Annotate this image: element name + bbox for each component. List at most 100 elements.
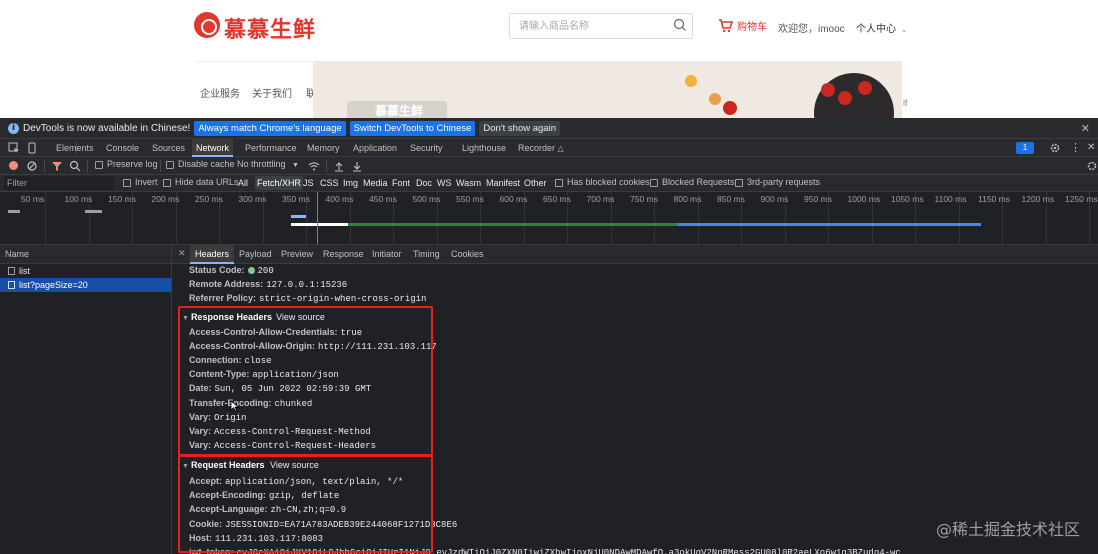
tab-recorder-label: Recorder bbox=[518, 143, 556, 153]
devtools-tab-bar: Elements Console Sources Network Perform… bbox=[0, 139, 1098, 157]
network-conditions-wifi-icon[interactable] bbox=[308, 160, 320, 172]
always-match-language-button[interactable]: Always match Chrome's language bbox=[194, 120, 346, 136]
timeline-tick-label: 400 ms bbox=[325, 194, 354, 204]
dont-show-again-button[interactable]: Don't show again bbox=[479, 120, 560, 136]
switch-to-chinese-button[interactable]: Switch DevTools to Chinese bbox=[349, 120, 476, 136]
timeline-tick-label: 300 ms bbox=[238, 194, 267, 204]
network-settings-gear-icon[interactable] bbox=[1086, 160, 1098, 172]
hide-data-urls-checkbox[interactable] bbox=[163, 179, 171, 187]
preserve-log-checkbox[interactable] bbox=[95, 161, 103, 169]
header-value: strict-origin-when-cross-origin bbox=[259, 294, 427, 304]
timeline-tick-label: 1200 ms bbox=[1021, 194, 1055, 204]
timeline-tick-label: 600 ms bbox=[499, 194, 528, 204]
site-header: 慕慕生鲜 购物车 欢迎您，imooc 个人中心 ⌄ bbox=[0, 0, 1098, 50]
filter-type-css[interactable]: CSS bbox=[318, 176, 341, 190]
filter-type-all[interactable]: All bbox=[236, 176, 250, 190]
close-icon[interactable]: ✕ bbox=[1081, 122, 1090, 135]
timeline-dom-content-loaded-marker bbox=[317, 192, 318, 244]
header-key: Status Code: bbox=[189, 265, 245, 275]
filter-type-wasm[interactable]: Wasm bbox=[454, 176, 483, 190]
site-logo-text[interactable]: 慕慕生鲜 bbox=[224, 12, 316, 44]
issues-badge[interactable]: 1 bbox=[1016, 142, 1034, 154]
has-blocked-cookies-label: Has blocked cookies bbox=[567, 177, 650, 187]
tab-response[interactable]: Response bbox=[318, 245, 369, 264]
has-blocked-cookies-checkbox[interactable] bbox=[555, 179, 563, 187]
import-har-icon[interactable] bbox=[333, 160, 345, 172]
tab-security[interactable]: Security bbox=[406, 139, 447, 157]
timeline-tick-label: 350 ms bbox=[282, 194, 310, 204]
filter-input[interactable] bbox=[4, 176, 114, 190]
tab-headers[interactable]: Headers bbox=[190, 245, 235, 264]
filter-type-font[interactable]: Font bbox=[390, 176, 412, 190]
inspect-element-icon[interactable] bbox=[8, 142, 20, 154]
file-icon bbox=[8, 267, 15, 275]
tab-performance[interactable]: Performance bbox=[241, 139, 301, 157]
berry-graphic bbox=[723, 101, 737, 115]
filter-type-fetch-xhr[interactable]: Fetch/XHR bbox=[255, 176, 304, 190]
filter-type-doc[interactable]: Doc bbox=[414, 176, 434, 190]
disable-cache-checkbox[interactable] bbox=[166, 161, 174, 169]
throttling-select[interactable]: No throttling ▼ bbox=[237, 159, 299, 169]
timeline-tick-label: 1250 ms bbox=[1065, 194, 1098, 204]
user-center-menu[interactable]: 个人中心 ⌄ bbox=[856, 20, 907, 35]
close-detail-icon[interactable]: ✕ bbox=[178, 248, 186, 259]
tab-timing[interactable]: Timing bbox=[408, 245, 445, 264]
tab-cookies[interactable]: Cookies bbox=[446, 245, 489, 264]
cart-link[interactable]: 购物车 bbox=[718, 18, 767, 33]
info-icon: i bbox=[8, 122, 19, 134]
berry-graphic bbox=[821, 83, 835, 97]
filter-type-manifest[interactable]: Manifest bbox=[484, 176, 522, 190]
nav-item-about[interactable]: 关于我们 bbox=[252, 85, 292, 100]
request-row-selected[interactable]: list?pageSize=20 bbox=[0, 278, 171, 292]
invert-checkbox[interactable] bbox=[123, 179, 131, 187]
gear-icon[interactable] bbox=[1049, 142, 1061, 154]
filter-icon[interactable] bbox=[51, 160, 63, 172]
hero-banner-image[interactable]: 慕慕生鲜 bbox=[313, 61, 902, 118]
file-icon bbox=[8, 281, 15, 289]
infobar-message: DevTools is now available in Chinese! bbox=[23, 122, 191, 134]
clear-icon[interactable] bbox=[26, 160, 38, 172]
site-search-input[interactable] bbox=[510, 14, 660, 38]
filter-type-other[interactable]: Other bbox=[522, 176, 549, 190]
tab-lighthouse[interactable]: Lighthouse bbox=[458, 139, 510, 157]
nav-item-enterprise[interactable]: 企业服务 bbox=[200, 85, 240, 100]
tab-console[interactable]: Console bbox=[102, 139, 143, 157]
tab-memory[interactable]: Memory bbox=[303, 139, 344, 157]
network-filter-bar: Invert Hide data URLs All Fetch/XHR JS C… bbox=[0, 175, 1098, 192]
record-icon[interactable] bbox=[9, 161, 18, 170]
search-icon[interactable] bbox=[673, 18, 687, 32]
tab-application[interactable]: Application bbox=[349, 139, 401, 157]
hide-data-urls-label: Hide data URLs bbox=[175, 177, 239, 187]
logo-icon[interactable] bbox=[194, 12, 220, 38]
tab-elements[interactable]: Elements bbox=[52, 139, 98, 157]
request-row[interactable]: list bbox=[0, 264, 171, 278]
blocked-requests-checkbox[interactable] bbox=[650, 179, 658, 187]
tab-payload[interactable]: Payload bbox=[234, 245, 277, 264]
search-icon[interactable] bbox=[69, 160, 81, 172]
tab-sources[interactable]: Sources bbox=[148, 139, 189, 157]
banner-brand-badge: 慕慕生鲜 bbox=[347, 101, 447, 118]
request-name: list?pageSize=20 bbox=[19, 280, 88, 290]
filter-type-ws[interactable]: WS bbox=[435, 176, 454, 190]
device-toolbar-icon[interactable] bbox=[26, 142, 38, 154]
timeline-bar-tiny bbox=[8, 210, 20, 213]
filter-type-js[interactable]: JS bbox=[301, 176, 316, 190]
network-timeline-overview[interactable]: 50 ms 100 ms 150 ms 200 ms 250 ms 300 ms 350 m… bbox=[0, 192, 1098, 245]
export-har-icon[interactable] bbox=[351, 160, 363, 172]
tab-preview[interactable]: Preview bbox=[276, 245, 318, 264]
tab-recorder[interactable]: Recorder △ bbox=[514, 139, 568, 157]
status-ok-icon bbox=[247, 267, 255, 274]
tab-initiator[interactable]: Initiator bbox=[367, 245, 407, 264]
filter-type-img[interactable]: Img bbox=[341, 176, 360, 190]
tab-network[interactable]: Network bbox=[192, 139, 234, 157]
toolbar-separator bbox=[160, 160, 161, 172]
request-list-name-header[interactable]: Name bbox=[0, 245, 171, 264]
timeline-tick-label: 700 ms bbox=[586, 194, 615, 204]
timeline-tick-label: 50 ms bbox=[21, 194, 45, 204]
timeline-bar-waiting bbox=[291, 223, 348, 226]
close-devtools-icon[interactable]: ✕ bbox=[1083, 139, 1098, 157]
user-center-label: 个人中心 bbox=[856, 24, 896, 35]
filter-type-media[interactable]: Media bbox=[361, 176, 390, 190]
page-edge-text: lf bbox=[903, 98, 908, 108]
third-party-requests-checkbox[interactable] bbox=[735, 179, 743, 187]
